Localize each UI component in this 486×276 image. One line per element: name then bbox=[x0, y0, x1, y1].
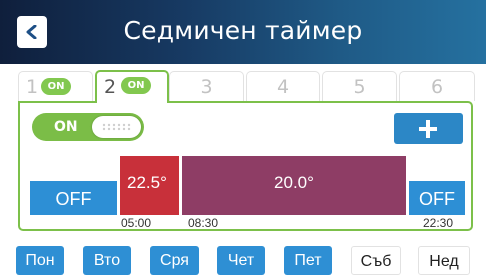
block-label: OFF bbox=[419, 189, 455, 209]
tab-label: 6 bbox=[430, 76, 444, 98]
tab-label: 5 bbox=[353, 76, 366, 98]
day-button-sun[interactable]: Нед bbox=[418, 246, 470, 275]
schedule-block-eco[interactable]: 20.0° bbox=[182, 156, 406, 215]
schedule-block-off-start[interactable]: OFF bbox=[30, 181, 117, 215]
tab-program-4[interactable]: 4 bbox=[246, 71, 320, 101]
day-button-sat[interactable]: Съб bbox=[351, 246, 401, 275]
program-panel: ON OFF 22.5° 20.0° OFF 05:00 08:30 22:30 bbox=[18, 101, 473, 231]
block-label: OFF bbox=[55, 189, 92, 209]
time-label: 22:30 bbox=[423, 216, 454, 230]
day-button-mon[interactable]: Пон bbox=[16, 246, 64, 275]
tab-program-1[interactable]: 1 ON bbox=[18, 71, 93, 101]
schedule-bar: OFF 22.5° 20.0° OFF 05:00 08:30 22:30 bbox=[20, 103, 475, 233]
schedule-block-comfort[interactable]: 22.5° bbox=[120, 156, 179, 215]
tab-label: 1 bbox=[26, 76, 39, 98]
tab-label: 3 bbox=[200, 76, 213, 98]
tab-label: 2 bbox=[104, 76, 117, 98]
status-badge: ON bbox=[41, 78, 71, 95]
day-button-thu[interactable]: Чет bbox=[217, 246, 265, 275]
block-temperature: 20.0° bbox=[274, 173, 314, 192]
tab-program-6[interactable]: 6 bbox=[399, 71, 475, 101]
schedule-block-off-end[interactable]: OFF bbox=[409, 181, 465, 215]
tab-program-5[interactable]: 5 bbox=[322, 71, 397, 101]
tab-label: 4 bbox=[276, 76, 290, 98]
day-button-fri[interactable]: Пет bbox=[284, 246, 332, 275]
day-button-tue[interactable]: Вто bbox=[83, 246, 131, 275]
header-bar: Седмичен таймер bbox=[0, 0, 486, 64]
time-label: 05:00 bbox=[121, 216, 152, 230]
day-button-wed[interactable]: Сря bbox=[150, 246, 199, 275]
block-temperature: 22.5° bbox=[127, 173, 167, 192]
page-title: Седмичен таймер bbox=[123, 16, 363, 45]
tab-program-2[interactable]: 2 ON bbox=[95, 70, 169, 103]
time-label: 08:30 bbox=[188, 216, 219, 230]
status-badge: ON bbox=[121, 77, 151, 94]
tab-program-3[interactable]: 3 bbox=[169, 71, 244, 101]
